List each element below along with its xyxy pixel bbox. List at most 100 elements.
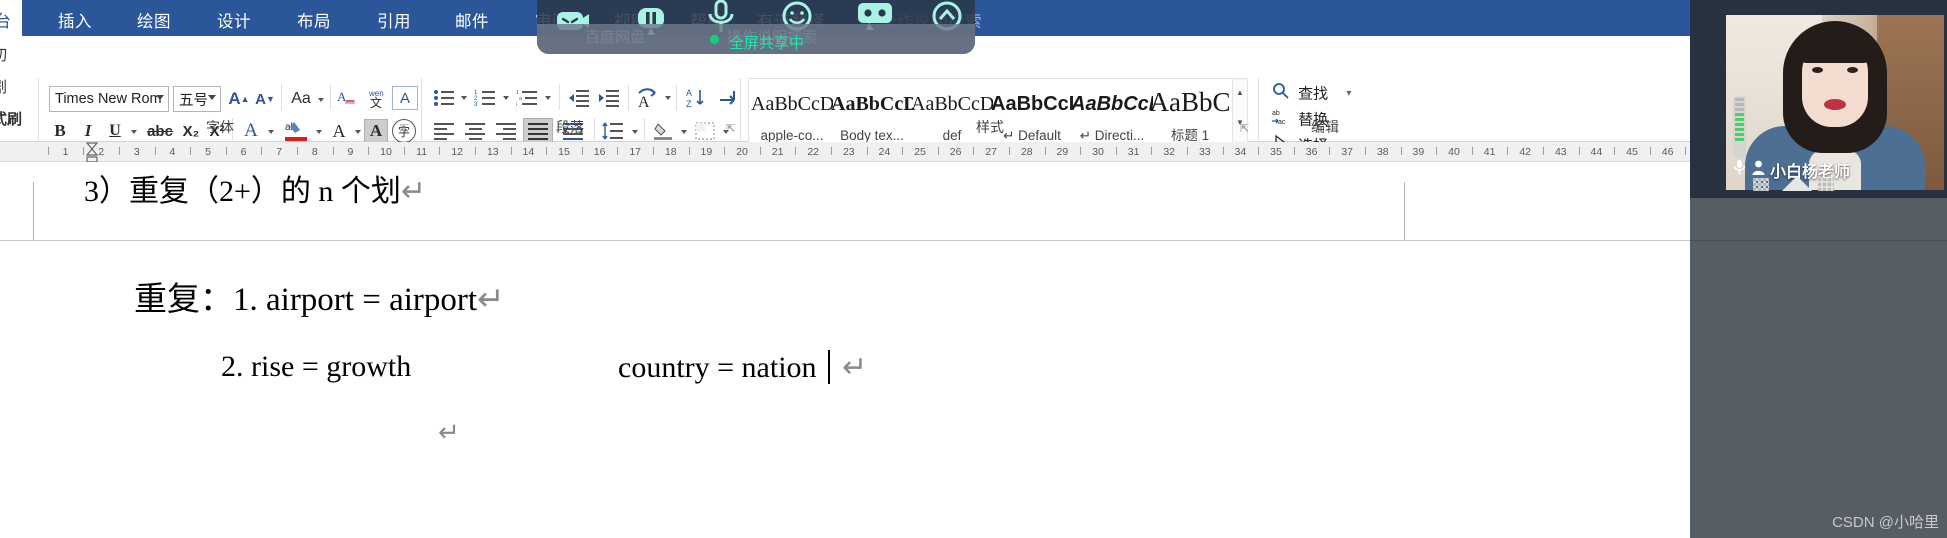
style-preview-2: AaBbCcDc xyxy=(911,93,993,115)
ruler-ticks: 1 2 3 4 5 6 7 8 9 10 11 12 13 14 15 16 17 18 19 20 21 22 23 24 2… xyxy=(0,142,1947,162)
tray-collapse-up-icon[interactable] xyxy=(1782,176,1812,191)
ruler-number-6: 6 xyxy=(240,146,247,158)
horizontal-ruler[interactable]: 1 2 3 4 5 6 7 8 9 10 11 12 13 14 15 16 17 18 19 20 21 22 23 24 2… xyxy=(0,142,1947,163)
sort-icon[interactable]: AZ xyxy=(682,86,708,110)
numbered-list-chevron-down-icon[interactable] xyxy=(503,96,509,100)
tab-active-home[interactable]: 台 xyxy=(0,0,22,36)
tab-active-label: 台 xyxy=(0,12,11,31)
ruler-tick xyxy=(261,147,263,155)
font-size-combo[interactable]: 五号 xyxy=(173,86,221,112)
page-boundary-line xyxy=(0,240,1947,241)
font-color-icon[interactable]: A xyxy=(328,120,350,142)
shading-icon[interactable] xyxy=(650,120,676,142)
indent-marker[interactable] xyxy=(85,142,99,163)
line-spacing-chevron-down-icon[interactable] xyxy=(632,130,638,134)
highlight-chevron-down-icon[interactable] xyxy=(316,130,322,134)
ruler-number-9: 9 xyxy=(347,146,354,158)
tab-insert[interactable]: 插入 xyxy=(58,8,92,32)
ruler-number-28: 28 xyxy=(1020,146,1033,158)
meter-seg-8 xyxy=(1735,138,1744,141)
ruler-tick xyxy=(403,147,405,155)
align-center-icon[interactable] xyxy=(462,120,488,142)
align-left-icon[interactable] xyxy=(431,120,457,142)
underline-button[interactable]: U xyxy=(104,120,126,142)
paragraph-group-dialog-launcher-icon[interactable]: ⇱ xyxy=(726,122,735,135)
numbered-list-icon[interactable]: 123 xyxy=(472,86,498,110)
style-preview-5: AaBbC xyxy=(1149,87,1231,117)
styles-scroll-up-button[interactable]: ▲ xyxy=(1233,81,1247,103)
multilevel-list-icon[interactable]: 1ai xyxy=(514,86,540,110)
bold-button[interactable]: B xyxy=(49,120,71,142)
document-heading-line[interactable]: 3）重复（2+）的 n 个划↵ xyxy=(84,166,426,210)
highlight-color-icon[interactable]: ab xyxy=(282,118,310,144)
ruler-tick xyxy=(225,147,227,155)
character-shading-button[interactable]: A xyxy=(364,119,388,143)
ruler-number-3: 3 xyxy=(133,146,140,158)
tab-mailings[interactable]: 邮件 xyxy=(455,8,489,32)
asian-layout-icon[interactable]: A xyxy=(634,86,660,110)
font-name-chevron-down-icon[interactable] xyxy=(156,95,164,100)
ruler-tick xyxy=(190,147,192,155)
phonetic-guide-icon[interactable]: wen 文 xyxy=(364,86,390,110)
ruler-number-22: 22 xyxy=(807,146,820,158)
svg-text:ab: ab xyxy=(1272,110,1280,117)
webcam-person-lips xyxy=(1824,99,1846,110)
csdn-watermark: CSDN @小哈里 xyxy=(1832,514,1939,531)
font-name-combo[interactable]: Times New Rom xyxy=(49,86,169,112)
shrink-font-icon[interactable]: A ▼ xyxy=(254,88,276,110)
grow-font-icon[interactable]: A ▲ xyxy=(228,88,250,110)
tab-mailings-label: 邮件 xyxy=(455,13,489,31)
find-button[interactable]: 查找 ▾ xyxy=(1272,82,1351,104)
font-color-chevron-down-icon[interactable] xyxy=(355,130,361,134)
tab-layout-label: 布局 xyxy=(297,13,331,31)
font-group-dialog-launcher-icon[interactable]: ⇱ xyxy=(400,122,409,135)
tab-layout[interactable]: 布局 xyxy=(297,8,331,32)
clipboard-cut-fragment[interactable]: 切 xyxy=(0,44,7,65)
ruler-number-2: 2 xyxy=(98,146,105,158)
ruler-tick xyxy=(1187,147,1188,155)
bullet-list-icon[interactable] xyxy=(431,86,457,110)
ruler-number-42: 42 xyxy=(1519,146,1532,158)
clipboard-format-painter-fragment[interactable]: 式刷 xyxy=(0,108,22,129)
ruler-tick xyxy=(546,147,548,155)
find-chevron-down-icon[interactable]: ▾ xyxy=(1346,88,1351,99)
svg-text:a: a xyxy=(519,96,522,102)
change-case-icon[interactable]: Aa xyxy=(288,88,314,110)
webcam-tray[interactable] xyxy=(1690,160,1947,198)
underline-chevron-down-icon[interactable] xyxy=(131,130,137,134)
tray-grip-left-icon[interactable] xyxy=(1753,178,1769,191)
character-border-icon[interactable]: A xyxy=(392,86,418,110)
separator-para-2 xyxy=(628,84,629,110)
borders-icon[interactable] xyxy=(692,120,718,142)
decrease-indent-icon[interactable] xyxy=(566,86,592,110)
clipboard-copy-fragment[interactable]: 剧 xyxy=(0,76,7,97)
change-case-chevron-down-icon[interactable] xyxy=(318,98,324,102)
document-line-item-1[interactable]: 重复：1. airport = airport↵ xyxy=(134,272,505,320)
ruler-number-45: 45 xyxy=(1626,146,1638,158)
tab-references[interactable]: 引用 xyxy=(377,8,411,32)
ruler-tick xyxy=(1507,147,1509,155)
asian-layout-chevron-down-icon[interactable] xyxy=(665,96,671,100)
tab-design[interactable]: 设计 xyxy=(217,8,251,32)
style-name-0: apple-co... xyxy=(760,128,824,143)
ruler-number-10: 10 xyxy=(380,146,392,158)
increase-indent-icon[interactable] xyxy=(596,86,622,110)
show-paragraph-marks-icon[interactable] xyxy=(714,86,740,110)
document-line-item-3[interactable]: ↵ xyxy=(438,417,460,448)
ruler-tick xyxy=(1543,147,1544,155)
clear-formatting-icon[interactable]: A xyxy=(336,86,360,110)
italic-button[interactable]: I xyxy=(77,120,99,142)
sharing-status-text: 全屏共享中 xyxy=(729,35,805,52)
shading-chevron-down-icon[interactable] xyxy=(681,130,687,134)
text-cursor xyxy=(828,350,830,384)
document-line-item-2a[interactable]: 2. rise = growth xyxy=(221,350,411,384)
styles-group-dialog-launcher-icon[interactable]: ⇱ xyxy=(1240,122,1249,135)
ruler-tick xyxy=(1614,147,1616,155)
bullet-list-chevron-down-icon[interactable] xyxy=(461,96,467,100)
tray-grip-right-icon[interactable] xyxy=(1818,178,1834,191)
font-size-chevron-down-icon[interactable] xyxy=(208,95,216,100)
tab-draw[interactable]: 绘图 xyxy=(137,8,171,32)
ruler-number-24: 24 xyxy=(878,146,891,158)
document-canvas[interactable]: 3）重复（2+）的 n 个划↵ 重复：1. airport = airport↵… xyxy=(0,162,1947,538)
multilevel-list-chevron-down-icon[interactable] xyxy=(545,96,551,100)
